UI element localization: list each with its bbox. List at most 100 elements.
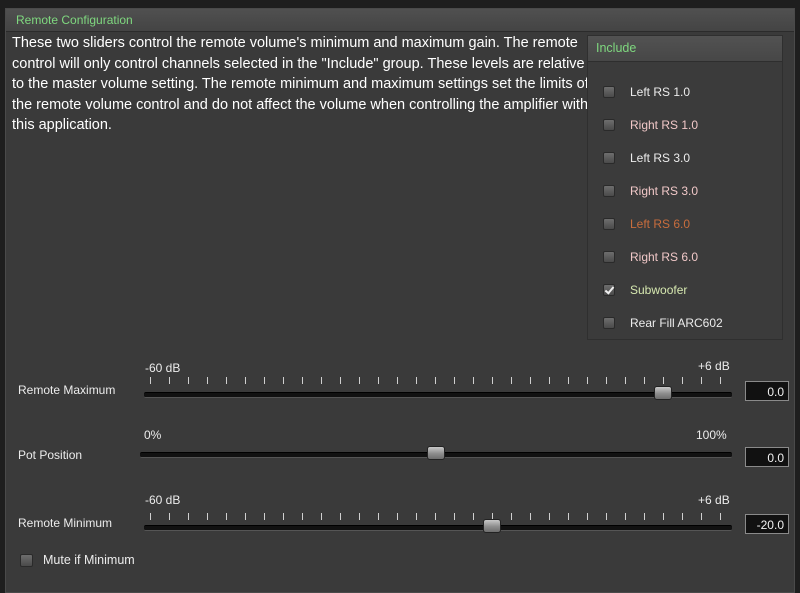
tick-mark xyxy=(511,513,512,520)
tick-mark xyxy=(359,513,360,520)
tick-mark xyxy=(207,513,208,520)
tick-mark xyxy=(340,377,341,384)
include-item-left-rs-3[interactable]: Left RS 3.0 xyxy=(603,148,690,168)
tick-mark xyxy=(587,513,588,520)
remote-minimum-value-field[interactable]: -20.0 xyxy=(745,514,789,534)
tick-mark xyxy=(682,377,683,384)
tick-mark xyxy=(264,513,265,520)
checkbox-label: Subwoofer xyxy=(630,283,688,297)
tick-mark xyxy=(283,377,284,384)
checkbox[interactable] xyxy=(603,86,615,98)
pot-position-min-label: 0% xyxy=(144,428,162,442)
checkbox-label: Right RS 1.0 xyxy=(630,118,699,132)
tick-mark xyxy=(245,377,246,384)
checkbox-label: Left RS 3.0 xyxy=(630,151,691,165)
checkbox-checked[interactable] xyxy=(603,284,615,296)
remote-maximum-value-field[interactable]: 0.0 xyxy=(745,381,789,401)
tick-mark xyxy=(644,377,645,384)
remote-maximum-thumb[interactable] xyxy=(654,386,672,400)
remote-minimum-min-label: -60 dB xyxy=(145,493,181,507)
pot-position-max-label: 100% xyxy=(696,428,727,442)
include-item-subwoofer[interactable]: Subwoofer xyxy=(603,280,687,300)
checkbox[interactable] xyxy=(603,317,615,329)
description-text: These two sliders control the remote vol… xyxy=(12,35,589,133)
remote-minimum-label: Remote Minimum xyxy=(18,516,113,530)
tick-mark xyxy=(701,377,702,384)
tick-mark xyxy=(644,513,645,520)
tick-mark xyxy=(188,513,189,520)
remote-maximum-ticks xyxy=(150,377,721,385)
checkbox[interactable] xyxy=(603,218,615,230)
tick-mark xyxy=(416,377,417,384)
tick-mark xyxy=(473,377,474,384)
tick-mark xyxy=(530,513,531,520)
checkbox-label: Left RS 6.0 xyxy=(630,217,691,231)
tick-mark xyxy=(492,377,493,384)
include-item-left-rs-6[interactable]: Left RS 6.0 xyxy=(603,214,690,234)
tick-mark xyxy=(188,377,189,384)
remote-maximum-label: Remote Maximum xyxy=(18,383,116,397)
tick-mark xyxy=(340,513,341,520)
mute-if-minimum[interactable]: Mute if Minimum xyxy=(20,553,135,567)
panel-header: Remote Configuration xyxy=(6,9,794,32)
tick-mark xyxy=(701,513,702,520)
tick-mark xyxy=(264,377,265,384)
remote-minimum-track[interactable] xyxy=(144,525,732,531)
include-item-rear-fill-arc602[interactable]: Rear Fill ARC602 xyxy=(603,313,723,333)
tick-mark xyxy=(663,513,664,520)
panel-title: Remote Configuration xyxy=(16,13,133,27)
remote-minimum-thumb[interactable] xyxy=(483,519,501,533)
include-item-left-rs-1[interactable]: Left RS 1.0 xyxy=(603,82,690,102)
pot-position-value-field[interactable]: 0.0 xyxy=(745,447,789,467)
pot-position-label: Pot Position xyxy=(18,448,83,462)
include-item-right-rs-1[interactable]: Right RS 1.0 xyxy=(603,115,698,135)
tick-mark xyxy=(454,377,455,384)
tick-mark xyxy=(511,377,512,384)
include-header: Include xyxy=(588,36,782,62)
tick-mark xyxy=(720,377,721,384)
remote-maximum-max-label: +6 dB xyxy=(698,359,730,373)
include-group: Include Left RS 1.0 Right RS 1.0 Left RS… xyxy=(587,35,783,340)
tick-mark xyxy=(302,377,303,384)
tick-mark xyxy=(435,513,436,520)
mute-label: Mute if Minimum xyxy=(43,553,135,567)
tick-mark xyxy=(606,513,607,520)
tick-mark xyxy=(549,513,550,520)
tick-mark xyxy=(435,377,436,384)
remote-maximum-track[interactable] xyxy=(144,392,732,398)
tick-mark xyxy=(454,513,455,520)
tick-mark xyxy=(549,377,550,384)
tick-mark xyxy=(473,513,474,520)
pot-position-thumb[interactable] xyxy=(427,446,445,460)
tick-mark xyxy=(397,513,398,520)
tick-mark xyxy=(720,513,721,520)
checkbox[interactable] xyxy=(603,251,615,263)
tick-mark xyxy=(150,513,151,520)
tick-mark xyxy=(397,377,398,384)
checkbox[interactable] xyxy=(603,119,615,131)
checkbox[interactable] xyxy=(603,185,615,197)
tick-mark xyxy=(169,513,170,520)
tick-mark xyxy=(416,513,417,520)
tick-mark xyxy=(321,513,322,520)
tick-mark xyxy=(302,513,303,520)
tick-mark xyxy=(150,377,151,384)
tick-mark xyxy=(606,377,607,384)
tick-mark xyxy=(283,513,284,520)
remote-minimum-max-label: +6 dB xyxy=(698,493,730,507)
tick-mark xyxy=(682,513,683,520)
checkbox-label: Right RS 3.0 xyxy=(630,184,699,198)
checkbox-label: Rear Fill ARC602 xyxy=(630,316,723,330)
checkbox-label: Left RS 1.0 xyxy=(630,85,691,99)
checkbox[interactable] xyxy=(603,152,615,164)
checkbox-label: Right RS 6.0 xyxy=(630,250,699,264)
tick-mark xyxy=(207,377,208,384)
include-item-right-rs-6[interactable]: Right RS 6.0 xyxy=(603,247,698,267)
tick-mark xyxy=(359,377,360,384)
tick-mark xyxy=(587,377,588,384)
tick-mark xyxy=(663,377,664,384)
mute-checkbox[interactable] xyxy=(20,553,33,567)
tick-mark xyxy=(568,377,569,384)
include-item-right-rs-3[interactable]: Right RS 3.0 xyxy=(603,181,698,201)
tick-mark xyxy=(245,513,246,520)
